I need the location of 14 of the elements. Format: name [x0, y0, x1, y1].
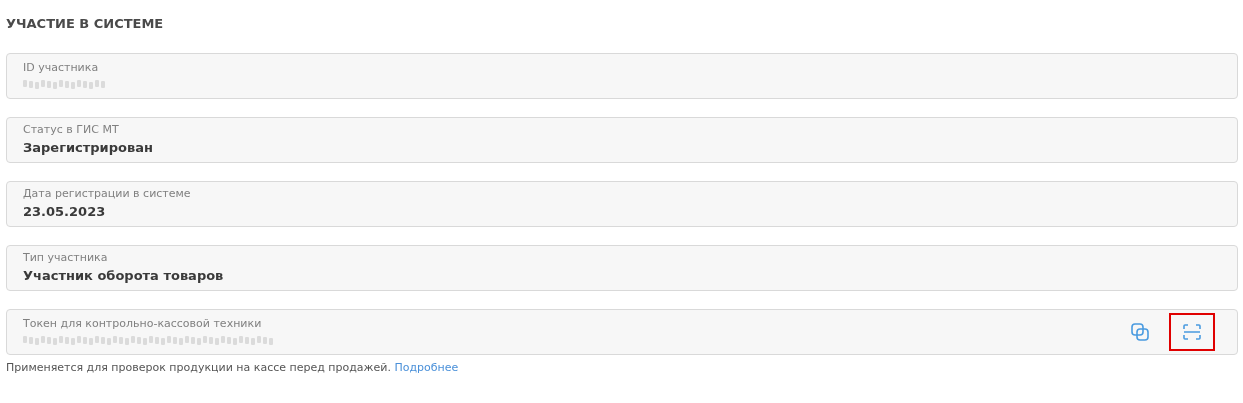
scan-button[interactable] — [1169, 313, 1215, 351]
field-value: 23.05.2023 — [23, 203, 107, 221]
section-title: УЧАСТИЕ В СИСТЕМЕ — [6, 15, 165, 33]
field-label: Тип участника — [23, 251, 109, 265]
field-value: Участник оборота товаров — [23, 267, 225, 285]
field-label: Статус в ГИС МТ — [23, 123, 120, 137]
scan-icon — [1183, 324, 1201, 340]
copy-icon — [1131, 323, 1149, 341]
field-label: ID участника — [23, 61, 100, 75]
field-label: Дата регистрации в системе — [23, 187, 192, 201]
hint-text: Применяется для проверок продукции на кассе перед продажей. Подробнее — [6, 361, 460, 375]
field-label: Токен для контрольно-кассовой техники — [23, 317, 263, 331]
field-value: Зарегистрирован — [23, 139, 154, 157]
more-link[interactable]: Подробнее — [394, 361, 459, 374]
